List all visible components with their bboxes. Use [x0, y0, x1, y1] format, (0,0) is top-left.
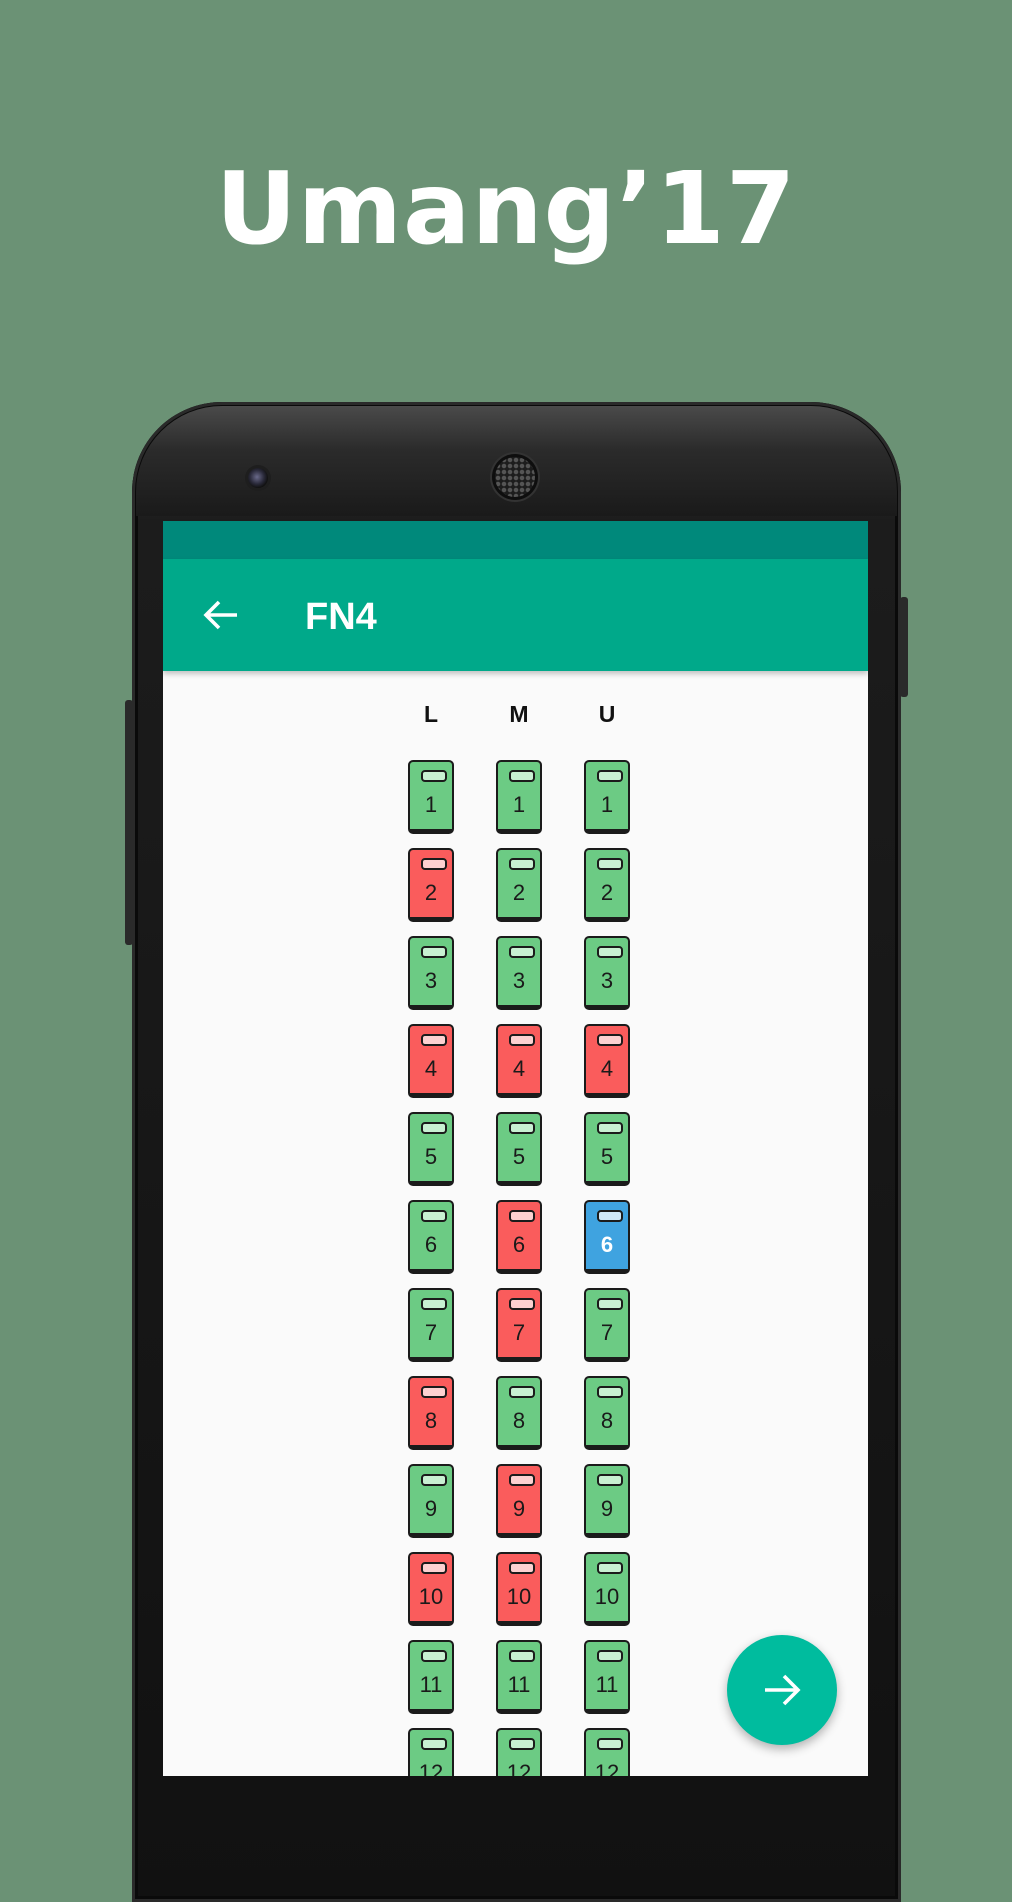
seat-u-3[interactable]: 3 — [584, 936, 630, 1010]
seat-l-8[interactable]: 8 — [408, 1376, 454, 1450]
seat-l-4[interactable]: 4 — [408, 1024, 454, 1098]
seat-m-9[interactable]: 9 — [496, 1464, 542, 1538]
seat-u-9[interactable]: 9 — [584, 1464, 630, 1538]
seat-u-7[interactable]: 7 — [584, 1288, 630, 1362]
seat-grid: 1 2 3 4 5 6 7 8 9 10 11 12 1 2 3 4 5 6 7 8 9 10 11 12 1 2 3 4 5 6 7 8 9 1… — [163, 760, 868, 1776]
seat-l-7[interactable]: 7 — [408, 1288, 454, 1362]
seat-u-6[interactable]: 6 — [584, 1200, 630, 1274]
phone-speaker-icon — [495, 457, 535, 497]
seat-m-11[interactable]: 11 — [496, 1640, 542, 1714]
app-bar-title: FN4 — [305, 596, 377, 638]
seat-u-4[interactable]: 4 — [584, 1024, 630, 1098]
seat-l-9[interactable]: 9 — [408, 1464, 454, 1538]
seat-m-1[interactable]: 1 — [496, 760, 542, 834]
seat-u-11[interactable]: 11 — [584, 1640, 630, 1714]
arrow-forward-icon — [765, 1674, 801, 1706]
status-bar — [163, 521, 868, 559]
seat-u-8[interactable]: 8 — [584, 1376, 630, 1450]
seat-m-4[interactable]: 4 — [496, 1024, 542, 1098]
column-header-m: M — [509, 701, 529, 727]
seat-u-5[interactable]: 5 — [584, 1112, 630, 1186]
seat-u-1[interactable]: 1 — [584, 760, 630, 834]
seat-u-10[interactable]: 10 — [584, 1552, 630, 1626]
seat-m-8[interactable]: 8 — [496, 1376, 542, 1450]
seat-m-6[interactable]: 6 — [496, 1200, 542, 1274]
back-button[interactable] — [201, 595, 241, 635]
seat-l-12[interactable]: 12 — [408, 1728, 454, 1776]
seat-m-5[interactable]: 5 — [496, 1112, 542, 1186]
seat-l-10[interactable]: 10 — [408, 1552, 454, 1626]
seat-m-10[interactable]: 10 — [496, 1552, 542, 1626]
phone-camera-icon — [248, 468, 268, 488]
seat-m-2[interactable]: 2 — [496, 848, 542, 922]
seat-m-12[interactable]: 12 — [496, 1728, 542, 1776]
column-header-u: U — [598, 701, 616, 727]
seat-l-2[interactable]: 2 — [408, 848, 454, 922]
seat-l-3[interactable]: 3 — [408, 936, 454, 1010]
seat-m-3[interactable]: 3 — [496, 936, 542, 1010]
seat-l-1[interactable]: 1 — [408, 760, 454, 834]
promo-title: Umang’17 — [215, 150, 797, 267]
phone-side-button-right — [900, 597, 908, 697]
seat-l-11[interactable]: 11 — [408, 1640, 454, 1714]
arrow-back-icon — [203, 600, 237, 630]
column-headers: L M U — [163, 701, 868, 731]
seat-u-12[interactable]: 12 — [584, 1728, 630, 1776]
seat-u-2[interactable]: 2 — [584, 848, 630, 922]
seat-m-7[interactable]: 7 — [496, 1288, 542, 1362]
column-header-l: L — [423, 701, 439, 727]
app-bar: FN4 — [163, 559, 868, 671]
phone-screen: FN4 L M U 1 2 3 4 5 6 7 8 9 10 11 12 1 2 3 4 5 6 7 8 9 10 11 12… — [163, 521, 868, 1776]
next-fab-button[interactable] — [727, 1635, 837, 1745]
seat-l-5[interactable]: 5 — [408, 1112, 454, 1186]
seat-l-6[interactable]: 6 — [408, 1200, 454, 1274]
